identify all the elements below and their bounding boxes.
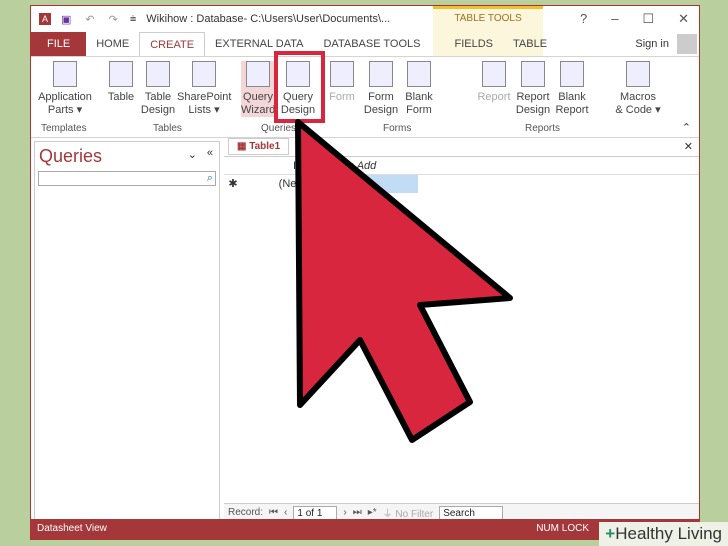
watermark: +Healthy Living — [599, 522, 728, 546]
arrow-shape — [295, 119, 513, 443]
pointer-arrow — [295, 119, 513, 443]
plus-logo-icon: + — [605, 524, 616, 543]
